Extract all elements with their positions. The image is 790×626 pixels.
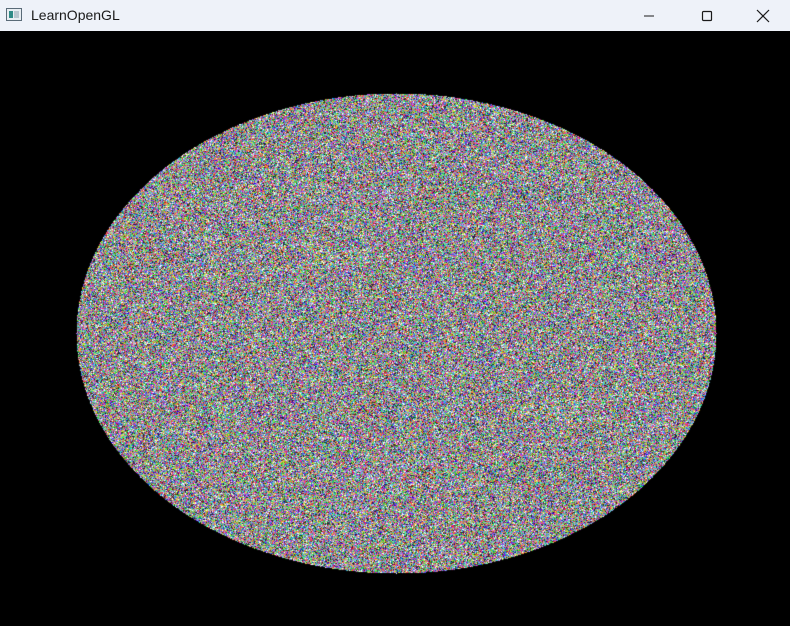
title-bar[interactable]: LearnOpenGL <box>0 0 790 31</box>
close-icon <box>756 9 770 22</box>
app-window: LearnOpenGL <box>0 0 790 626</box>
minimize-button[interactable] <box>620 0 678 31</box>
close-button[interactable] <box>736 0 790 31</box>
maximize-button[interactable] <box>678 0 736 31</box>
noise-ellipse <box>0 31 790 626</box>
window-title: LearnOpenGL <box>31 7 120 23</box>
opengl-viewport[interactable] <box>0 31 790 626</box>
maximize-icon <box>701 10 713 21</box>
opengl-window-icon <box>6 8 22 21</box>
minimize-icon <box>644 15 654 16</box>
